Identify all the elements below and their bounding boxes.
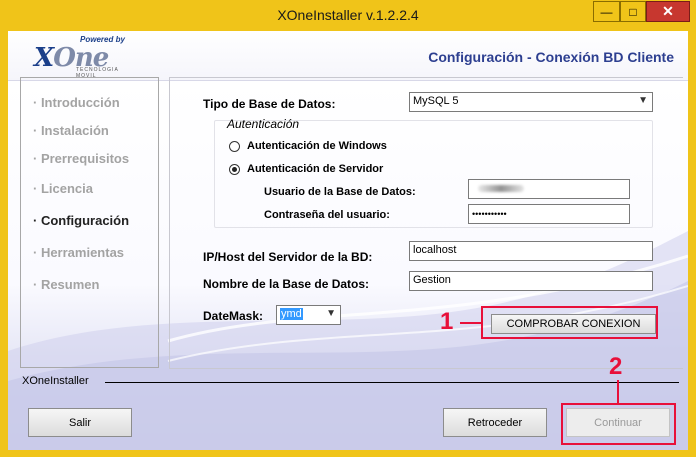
db-user-label: Usuario de la Base de Datos: <box>264 186 416 198</box>
installer-window: XOneInstaller v.1.2.2.4 — □ ✕ Powered by… <box>0 0 696 457</box>
nav-item-introduccion[interactable]: · Introducción <box>33 95 120 110</box>
maximize-icon: □ <box>629 4 637 19</box>
title-bar[interactable]: XOneInstaller v.1.2.2.4 — □ ✕ <box>0 0 696 31</box>
window-title: XOneInstaller v.1.2.2.4 <box>277 7 419 23</box>
header-band: Powered by XOne TECNOLOGIA MOVIL Configu… <box>8 31 688 81</box>
datemask-label: DateMask: <box>203 309 264 323</box>
page-heading: Configuración - Conexión BD Cliente <box>428 49 674 65</box>
nav-item-resumen[interactable]: · Resumen <box>33 277 99 292</box>
db-password-label: Contraseña del usuario: <box>264 209 390 221</box>
step2-connector <box>617 380 619 403</box>
step1-number: 1 <box>440 308 454 335</box>
auth-server-radio[interactable] <box>229 164 240 175</box>
auth-server-label[interactable]: Autenticación de Servidor <box>247 163 383 175</box>
nav-item-prerrequisitos[interactable]: · Prerrequisitos <box>33 151 129 166</box>
step1-highlight-box <box>481 306 658 339</box>
host-label: IP/Host del Servidor de la BD: <box>203 250 373 264</box>
nav-item-instalacion[interactable]: · Instalación <box>33 123 109 138</box>
step2-highlight-box <box>561 403 676 445</box>
redacted-username <box>478 185 524 192</box>
footer-divider <box>105 382 679 383</box>
nav-item-configuracion[interactable]: · Configuración <box>33 213 129 228</box>
db-type-select[interactable]: MySQL 5 ▼ <box>409 92 653 112</box>
db-type-value: MySQL 5 <box>413 95 459 107</box>
db-user-input[interactable] <box>468 179 630 199</box>
client-area: Powered by XOne TECNOLOGIA MOVIL Configu… <box>8 31 688 450</box>
maximize-button[interactable]: □ <box>620 1 646 22</box>
db-type-label: Tipo de Base de Datos: <box>203 97 336 111</box>
db-password-input[interactable]: ••••••••••• <box>468 204 630 224</box>
auth-group-label: Autenticación <box>227 117 300 131</box>
minimize-icon: — <box>600 4 613 19</box>
datemask-select[interactable]: ymd ▼ <box>276 305 341 325</box>
minimize-button[interactable]: — <box>593 1 620 22</box>
chevron-down-icon: ▼ <box>326 308 336 319</box>
db-name-label: Nombre de la Base de Datos: <box>203 277 370 291</box>
back-button[interactable]: Retroceder <box>443 408 547 437</box>
nav-item-licencia[interactable]: · Licencia <box>33 181 93 196</box>
datemask-value: ymd <box>280 308 303 320</box>
steps-nav: · Introducción · Instalación · Prerrequi… <box>20 77 159 368</box>
close-button[interactable]: ✕ <box>646 1 690 22</box>
exit-button[interactable]: Salir <box>28 408 132 437</box>
nav-item-herramientas[interactable]: · Herramientas <box>33 245 124 260</box>
chevron-down-icon: ▼ <box>638 95 648 106</box>
step2-number: 2 <box>609 353 623 380</box>
logo-x: X <box>34 43 54 73</box>
close-icon: ✕ <box>662 3 674 19</box>
host-input[interactable]: localhost <box>409 241 653 261</box>
step1-connector <box>460 322 481 324</box>
auth-windows-radio[interactable] <box>229 141 240 152</box>
footer-label: XOneInstaller <box>22 375 89 387</box>
xone-logo: Powered by XOne TECNOLOGIA MOVIL <box>32 35 132 79</box>
auth-windows-label[interactable]: Autenticación de Windows <box>247 140 387 152</box>
db-name-input[interactable]: Gestion <box>409 271 653 291</box>
